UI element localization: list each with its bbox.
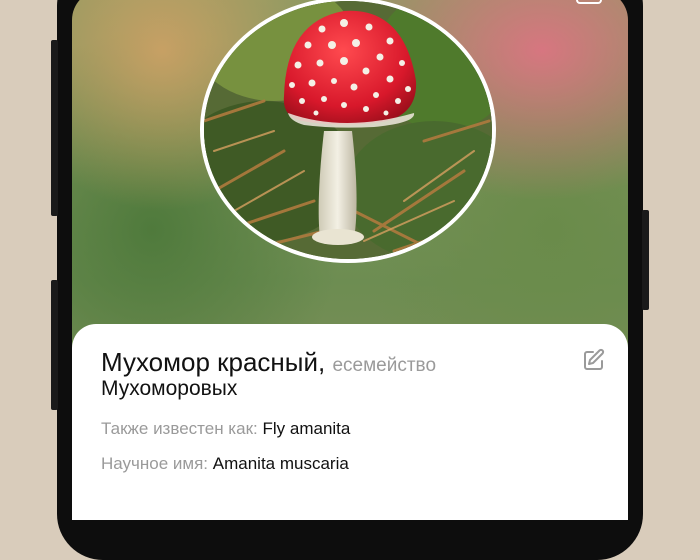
family-prefix: е [332, 355, 344, 376]
family-label: семейство [343, 355, 437, 376]
scientific-value: Amanita muscaria [212, 454, 349, 473]
species-common-name: Мухомор красный, [101, 347, 326, 377]
species-info-card: Мухомор красный, есемейство Мухоморовых … [72, 324, 628, 520]
scientific-row: Научное имя: Amanita muscaria [101, 454, 349, 474]
aka-row: Также известен как: Fly amanita [101, 419, 350, 439]
app-screen: Мухомор красный, есемейство Мухоморовых … [72, 0, 628, 520]
mushroom-photo [200, 0, 496, 263]
aka-value: Fly amanita [262, 419, 351, 438]
scientific-label: Научное имя: [101, 454, 209, 473]
phone-side-button-left-bottom [51, 280, 58, 410]
edit-icon[interactable] [582, 348, 606, 372]
family-name: Мухоморовых [101, 377, 238, 400]
phone-side-button-right [642, 210, 649, 310]
aka-label: Также известен как: [101, 419, 258, 438]
phone-side-button-left-top [51, 40, 58, 216]
copy-icon[interactable] [576, 0, 602, 4]
